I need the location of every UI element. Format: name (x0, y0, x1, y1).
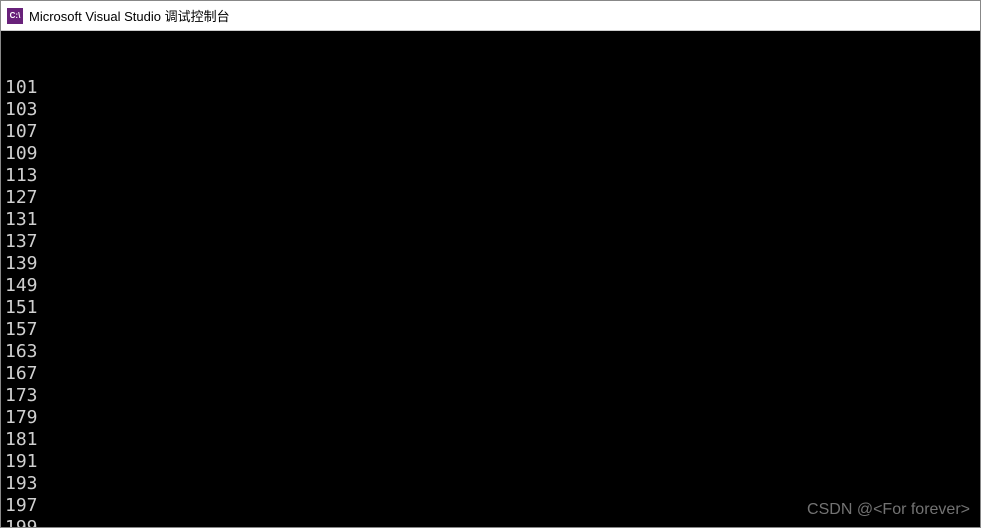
console-number-line: 193 (5, 473, 976, 495)
console-number-line: 131 (5, 209, 976, 231)
console-number-line: 167 (5, 363, 976, 385)
vs-app-icon: C:\ (7, 8, 23, 24)
console-number-line: 101 (5, 77, 976, 99)
console-number-line: 137 (5, 231, 976, 253)
console-number-line: 163 (5, 341, 976, 363)
console-output[interactable]: 1011031071091131271311371391491511571631… (1, 31, 980, 527)
console-number-line: 191 (5, 451, 976, 473)
console-number-line: 179 (5, 407, 976, 429)
console-number-line: 181 (5, 429, 976, 451)
console-number-line: 139 (5, 253, 976, 275)
console-number-line: 149 (5, 275, 976, 297)
console-numbers-block: 1011031071091131271311371391491511571631… (5, 77, 976, 527)
console-number-line: 109 (5, 143, 976, 165)
console-number-line: 113 (5, 165, 976, 187)
console-number-line: 157 (5, 319, 976, 341)
console-number-line: 103 (5, 99, 976, 121)
window-titlebar[interactable]: C:\ Microsoft Visual Studio 调试控制台 (1, 1, 980, 31)
console-number-line: 107 (5, 121, 976, 143)
console-number-line: 173 (5, 385, 976, 407)
window-title: Microsoft Visual Studio 调试控制台 (29, 6, 230, 25)
console-number-line: 151 (5, 297, 976, 319)
console-number-line: 127 (5, 187, 976, 209)
watermark-text: CSDN @<For forever> (807, 499, 970, 521)
